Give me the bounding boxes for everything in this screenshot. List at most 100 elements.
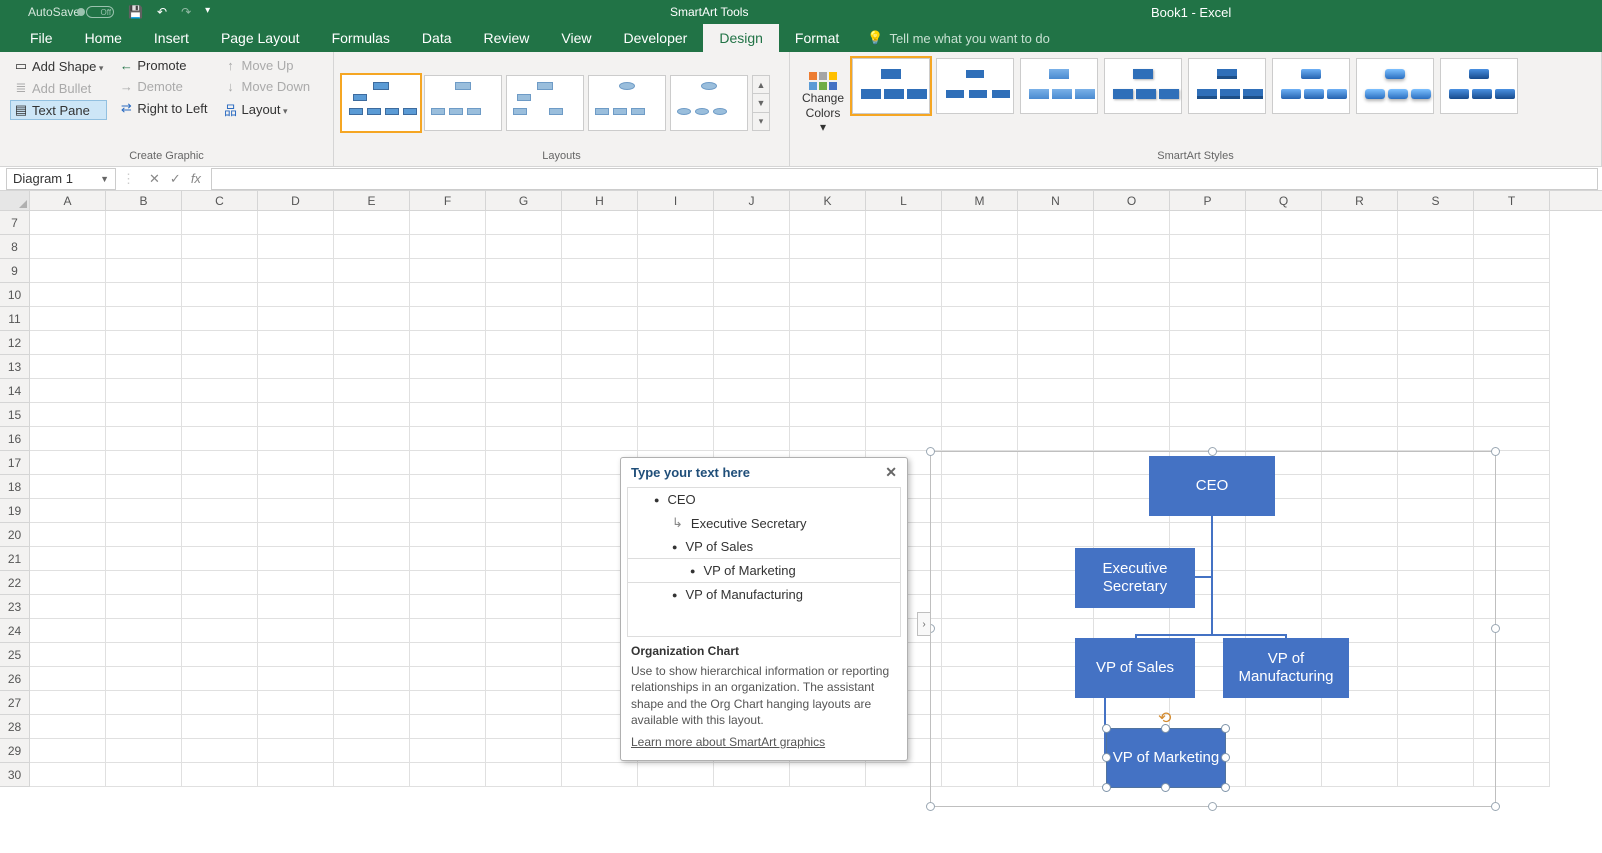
- cell[interactable]: [486, 619, 562, 643]
- cell[interactable]: [1170, 283, 1246, 307]
- cell[interactable]: [106, 283, 182, 307]
- cell[interactable]: [1170, 307, 1246, 331]
- scroll-down-icon[interactable]: ▼: [753, 94, 769, 112]
- tab-review[interactable]: Review: [468, 24, 546, 52]
- cell[interactable]: [30, 643, 106, 667]
- style-option-5[interactable]: [1188, 58, 1266, 114]
- row-header[interactable]: 23: [0, 595, 30, 619]
- text-pane-button[interactable]: ▤Text Pane: [10, 100, 107, 120]
- cell[interactable]: [1018, 259, 1094, 283]
- cell[interactable]: [942, 379, 1018, 403]
- cell[interactable]: [30, 283, 106, 307]
- cell[interactable]: [258, 619, 334, 643]
- cell[interactable]: [334, 451, 410, 475]
- cell[interactable]: [1018, 307, 1094, 331]
- cell[interactable]: [334, 691, 410, 715]
- cell[interactable]: [562, 403, 638, 427]
- cell[interactable]: [410, 523, 486, 547]
- cell[interactable]: [1094, 355, 1170, 379]
- cell[interactable]: [258, 667, 334, 691]
- cell[interactable]: [1170, 331, 1246, 355]
- cell[interactable]: [790, 427, 866, 451]
- cell[interactable]: [1322, 355, 1398, 379]
- cell[interactable]: [1246, 427, 1322, 451]
- cell[interactable]: [410, 307, 486, 331]
- cell[interactable]: [1474, 355, 1550, 379]
- cell[interactable]: [258, 475, 334, 499]
- org-node-marketing[interactable]: VP of Marketing ⟲: [1106, 728, 1226, 788]
- cell[interactable]: [106, 475, 182, 499]
- cell[interactable]: [866, 235, 942, 259]
- cell[interactable]: [258, 307, 334, 331]
- cancel-icon[interactable]: ✕: [149, 171, 160, 187]
- cell[interactable]: [866, 259, 942, 283]
- cell[interactable]: [182, 379, 258, 403]
- row-header[interactable]: 19: [0, 499, 30, 523]
- cell[interactable]: [334, 571, 410, 595]
- cell[interactable]: [1018, 235, 1094, 259]
- cell[interactable]: [334, 499, 410, 523]
- cell[interactable]: [258, 283, 334, 307]
- scroll-up-icon[interactable]: ▲: [753, 76, 769, 94]
- cell[interactable]: [1322, 331, 1398, 355]
- cell[interactable]: [410, 403, 486, 427]
- org-node-secretary[interactable]: Executive Secretary: [1075, 548, 1195, 608]
- cell[interactable]: [410, 715, 486, 739]
- cell[interactable]: [106, 355, 182, 379]
- cell[interactable]: [1094, 403, 1170, 427]
- cell[interactable]: [714, 211, 790, 235]
- cell[interactable]: [182, 763, 258, 787]
- cell[interactable]: [562, 379, 638, 403]
- column-header[interactable]: R: [1322, 191, 1398, 210]
- cell[interactable]: [182, 307, 258, 331]
- cell[interactable]: [182, 235, 258, 259]
- autosave-switch[interactable]: Off: [86, 6, 114, 18]
- text-pane-item-sales[interactable]: ●VP of Sales: [628, 535, 900, 558]
- cell[interactable]: [30, 667, 106, 691]
- cell[interactable]: [1246, 283, 1322, 307]
- cell[interactable]: [30, 379, 106, 403]
- cell[interactable]: [1474, 259, 1550, 283]
- cell[interactable]: [258, 763, 334, 787]
- cell[interactable]: [258, 403, 334, 427]
- cell[interactable]: [182, 475, 258, 499]
- cell[interactable]: [486, 379, 562, 403]
- cell[interactable]: [410, 619, 486, 643]
- column-header[interactable]: N: [1018, 191, 1094, 210]
- cell[interactable]: [790, 235, 866, 259]
- cell[interactable]: [258, 379, 334, 403]
- selection-handle[interactable]: [1161, 724, 1170, 733]
- cell[interactable]: [1094, 283, 1170, 307]
- cell[interactable]: [182, 499, 258, 523]
- selection-handle[interactable]: [1221, 724, 1230, 733]
- cell[interactable]: [182, 739, 258, 763]
- cell[interactable]: [106, 763, 182, 787]
- chevron-down-icon[interactable]: ▼: [100, 174, 109, 184]
- cell[interactable]: [1322, 427, 1398, 451]
- column-header[interactable]: K: [790, 191, 866, 210]
- cell[interactable]: [1170, 259, 1246, 283]
- cell[interactable]: [258, 523, 334, 547]
- cell[interactable]: [334, 379, 410, 403]
- cell[interactable]: [638, 355, 714, 379]
- resize-handle[interactable]: [1208, 802, 1217, 811]
- cell[interactable]: [410, 595, 486, 619]
- cell[interactable]: [30, 715, 106, 739]
- resize-handle[interactable]: [1491, 624, 1500, 633]
- cell[interactable]: [334, 403, 410, 427]
- cell[interactable]: [182, 331, 258, 355]
- row-header[interactable]: 9: [0, 259, 30, 283]
- cell[interactable]: [258, 355, 334, 379]
- cell[interactable]: [790, 211, 866, 235]
- column-header[interactable]: C: [182, 191, 258, 210]
- cell[interactable]: [258, 715, 334, 739]
- cell[interactable]: [1474, 331, 1550, 355]
- row-header[interactable]: 25: [0, 643, 30, 667]
- resize-handle[interactable]: [1208, 447, 1217, 456]
- cell[interactable]: [106, 379, 182, 403]
- cell[interactable]: [1018, 331, 1094, 355]
- column-header[interactable]: J: [714, 191, 790, 210]
- cell[interactable]: [1322, 403, 1398, 427]
- tab-page-layout[interactable]: Page Layout: [205, 24, 316, 52]
- cell[interactable]: [866, 307, 942, 331]
